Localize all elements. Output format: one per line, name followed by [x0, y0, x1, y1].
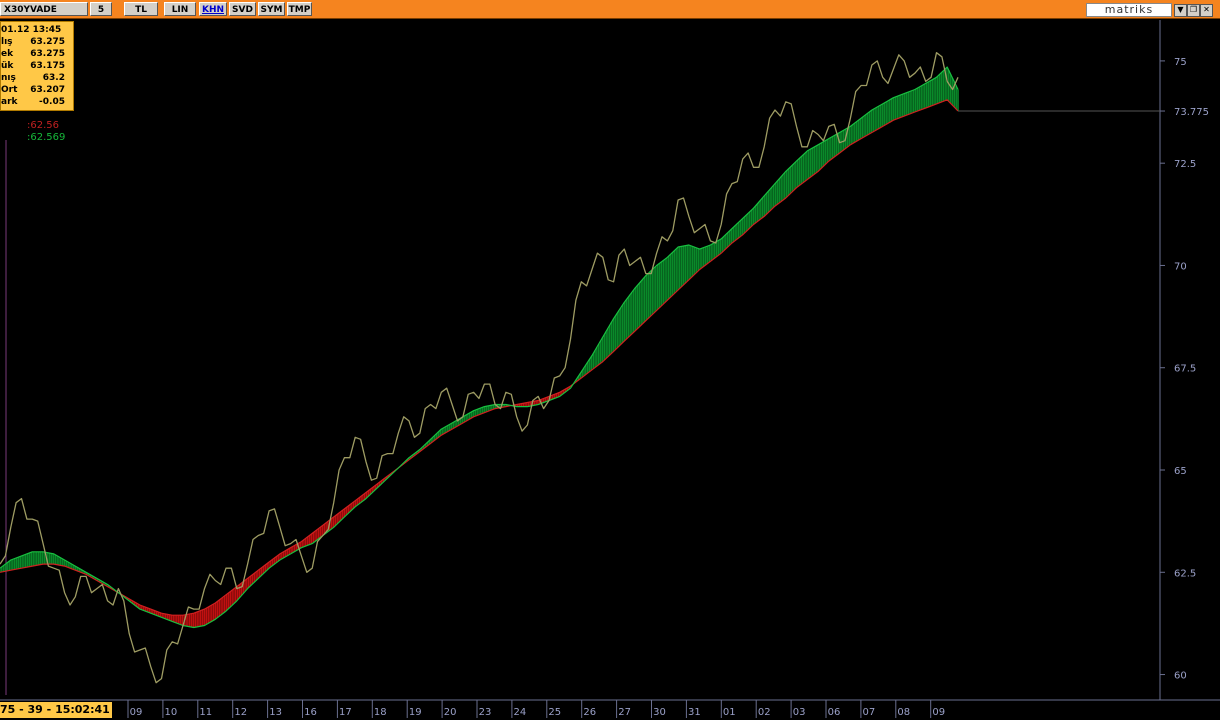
status-bar: 75 - 39 - 15:02:41 [0, 702, 112, 718]
info-timestamp: 01.12 13:45 [1, 25, 62, 35]
triangle-down-icon[interactable]: ▼ [1174, 4, 1187, 17]
y-tick-label: 65 [1174, 466, 1187, 477]
price-info-box: 01.12 13:45 lış 63.275 ek 63.275 ük 63.175 … [0, 21, 74, 111]
plot-area [0, 20, 1160, 695]
x-tick-label: 02 [758, 707, 771, 718]
period-button[interactable]: 5 [90, 2, 112, 16]
x-tick-label: 08 [897, 707, 910, 718]
x-tick-label: 12 [234, 707, 247, 718]
red-indicator-value: :62.56 [27, 120, 59, 131]
x-tick-label: 25 [548, 707, 561, 718]
y-tick-label: 62.5 [1174, 568, 1196, 579]
x-tick-label: 30 [653, 707, 666, 718]
info-row: ek 63.275 [1, 49, 65, 59]
x-tick-label: 11 [199, 707, 212, 718]
green-indicator-value: :62.569 [27, 132, 66, 143]
y-tick-label: 75 [1174, 57, 1187, 68]
khn-button[interactable]: KHN [199, 2, 227, 16]
x-tick-label: 19 [409, 707, 422, 718]
y-tick-label: 60 [1174, 671, 1187, 682]
info-row: Ort 63.207 [1, 85, 65, 95]
x-tick-label: 09 [130, 707, 143, 718]
svd-button[interactable]: SVD [229, 2, 256, 16]
symbol-button[interactable]: SYM [258, 2, 285, 16]
x-tick-label: 24 [514, 707, 527, 718]
currency-button[interactable]: TL [124, 2, 158, 16]
x-tick-label: 09 [932, 707, 945, 718]
x-tick-label: 13 [269, 707, 282, 718]
x-tick-label: 26 [583, 707, 596, 718]
x-tick-label: 03 [793, 707, 806, 718]
close-icon[interactable]: ✕ [1200, 4, 1213, 17]
price-chart[interactable]: 75 73.775 72.5 70 67.5 65 62.5 60 09 10 11 12 13 16 17… [0, 0, 1220, 720]
y-tick-label: 67.5 [1174, 364, 1196, 375]
x-tick-label: 23 [479, 707, 492, 718]
linear-scale-button[interactable]: LIN [164, 2, 196, 16]
template-button[interactable]: TMP [287, 2, 312, 16]
info-row: nış 63.2 [1, 73, 65, 83]
x-tick-label: 31 [688, 707, 701, 718]
x-tick-label: 07 [863, 707, 876, 718]
x-tick-label: 06 [828, 707, 841, 718]
y-tick-label: 73.775 [1174, 107, 1209, 118]
window-restore-icon[interactable]: ❐ [1187, 4, 1200, 17]
brand-logo: matriks [1086, 3, 1172, 17]
x-tick-label: 17 [339, 707, 352, 718]
symbol-selector[interactable]: X30YVADE [0, 2, 88, 16]
x-tick-label: 16 [304, 707, 317, 718]
info-row: lış 63.275 [1, 37, 65, 47]
x-tick-label: 27 [618, 707, 631, 718]
info-row: ark -0.05 [1, 97, 65, 107]
x-tick-label: 18 [374, 707, 387, 718]
chart-toolbar: X30YVADE 5 TL LIN KHN SVD SYM TMP matrik… [0, 0, 1220, 19]
x-tick-label: 01 [723, 707, 736, 718]
x-tick-label: 20 [444, 707, 457, 718]
y-tick-label: 72.5 [1174, 159, 1196, 170]
info-row: ük 63.175 [1, 61, 65, 71]
x-tick-label: 10 [165, 707, 178, 718]
y-tick-label: 70 [1174, 261, 1187, 272]
